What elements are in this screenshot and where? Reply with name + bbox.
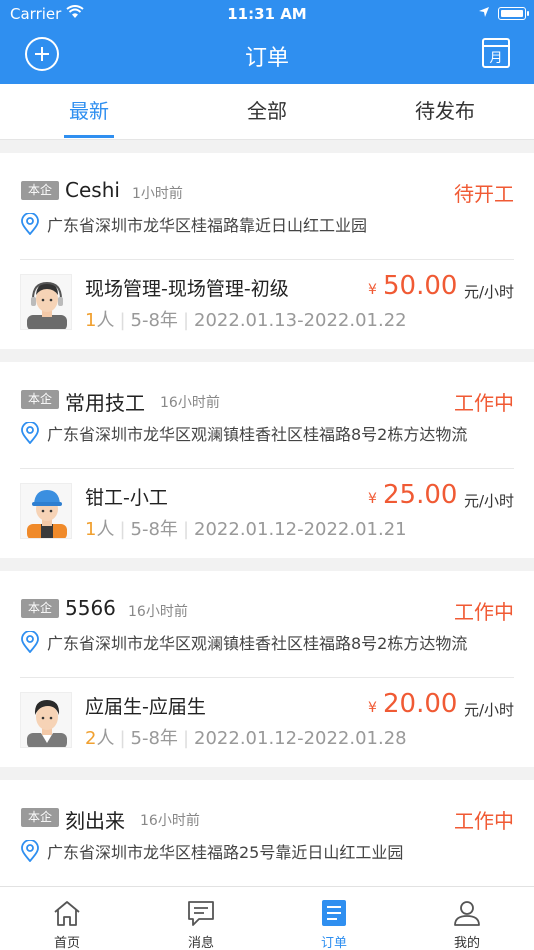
currency-symbol: ¥: [368, 491, 377, 507]
battery-icon: [498, 7, 529, 20]
message-icon: [188, 901, 214, 926]
company-badge: 本企: [21, 181, 59, 200]
headcount-unit: 人: [96, 728, 115, 749]
worker-avatar-icon: [20, 483, 72, 539]
manager-avatar-icon: [20, 274, 72, 330]
hourly-price: 25.00: [383, 480, 458, 510]
location-arrow-icon: [479, 7, 489, 17]
tab-latest[interactable]: 最新: [0, 84, 178, 140]
posted-time: 16小时前: [140, 813, 200, 829]
clock: 11:31 AM: [227, 5, 307, 23]
experience: 5-8年: [130, 519, 178, 540]
posted-time: 1小时前: [132, 186, 183, 202]
job-meta: 1人 | 5-8年 | 2022.01.13-2022.01.22: [85, 310, 407, 331]
profile-icon: [454, 901, 480, 926]
divider: [20, 677, 514, 678]
price-unit: 元/小时: [463, 283, 514, 301]
experience: 5-8年: [130, 310, 178, 331]
price-unit: 元/小时: [463, 492, 514, 510]
calendar-icon-label: 月: [489, 51, 503, 66]
order-card[interactable]: 本企 常用技工 16小时前 工作中 广东省深圳市龙华区观澜镇桂香社区桂福路8号2…: [0, 362, 534, 558]
tabbar-label: 首页: [53, 936, 80, 950]
order-card[interactable]: 本企 Ceshi 1小时前 待开工 广东省深圳市龙华区桂福路靠近日山红工业园 现…: [0, 153, 534, 349]
posted-time: 16小时前: [160, 395, 220, 411]
date-range: 2022.01.12-2022.01.21: [194, 519, 407, 540]
location-pin-icon: [21, 631, 39, 653]
graduate-avatar-icon: [20, 692, 72, 748]
tabbar-label: 订单: [320, 936, 347, 950]
tab-pending-publish[interactable]: 待发布: [356, 84, 534, 140]
tab-label: 全部: [247, 99, 287, 123]
headcount-number: 2: [85, 728, 97, 749]
price-unit: 元/小时: [463, 701, 514, 719]
order-status: 工作中: [454, 391, 514, 415]
job-title: 钳工-小工: [85, 487, 168, 509]
hourly-price: 50.00: [383, 271, 458, 301]
tabbar-profile[interactable]: 我的: [400, 887, 534, 950]
calendar-icon[interactable]: 月: [482, 38, 510, 68]
company-badge: 本企: [21, 390, 59, 409]
bottom-tab-bar: 首页 消息 订单 我的: [0, 886, 534, 950]
location-pin-icon: [21, 213, 39, 235]
divider: [20, 259, 514, 260]
company-name: Ceshi: [65, 178, 120, 202]
headcount-number: 1: [85, 519, 97, 540]
headcount-unit: 人: [96, 519, 115, 540]
order-card[interactable]: 本企 5566 16小时前 工作中 广东省深圳市龙华区观澜镇桂香社区桂福路8号2…: [0, 571, 534, 767]
date-range: 2022.01.12-2022.01.28: [194, 728, 407, 749]
company-name: 刻出来: [65, 809, 125, 833]
order-list: 本企 Ceshi 1小时前 待开工 广东省深圳市龙华区桂福路靠近日山红工业园 现…: [0, 140, 534, 886]
order-status: 待开工: [454, 182, 514, 206]
location-pin-icon: [21, 422, 39, 444]
job-title: 应届生-应届生: [85, 696, 206, 718]
order-tabs: 最新 全部 待发布: [0, 84, 534, 140]
headcount-unit: 人: [96, 310, 115, 331]
location-pin-icon: [21, 840, 39, 862]
order-status: 工作中: [454, 809, 514, 833]
header: Carrier 11:31 AM 订单 月: [0, 0, 534, 84]
nav-bar: 订单 月: [0, 28, 534, 84]
tab-all[interactable]: 全部: [178, 84, 356, 140]
work-address: 广东省深圳市龙华区观澜镇桂香社区桂福路8号2栋方达物流: [47, 425, 468, 444]
tabbar-label: 我的: [453, 936, 480, 950]
home-icon: [54, 901, 80, 926]
status-bar: Carrier 11:31 AM: [0, 0, 534, 28]
tab-label: 待发布: [415, 99, 475, 123]
tabbar-home[interactable]: 首页: [0, 887, 134, 950]
tab-active-indicator: [64, 135, 114, 138]
divider: [20, 468, 514, 469]
work-address: 广东省深圳市龙华区桂福路靠近日山红工业园: [47, 216, 368, 235]
work-address: 广东省深圳市龙华区观澜镇桂香社区桂福路8号2栋方达物流: [47, 634, 468, 653]
company-badge: 本企: [21, 599, 59, 618]
company-badge: 本企: [21, 808, 59, 827]
order-icon: [322, 900, 346, 926]
tab-label: 最新: [69, 99, 109, 123]
order-status: 工作中: [454, 600, 514, 624]
page-title: 订单: [244, 46, 289, 71]
posted-time: 16小时前: [128, 604, 188, 620]
company-name: 常用技工: [65, 391, 145, 415]
job-meta: 1人 | 5-8年 | 2022.01.12-2022.01.21: [85, 519, 407, 540]
order-card[interactable]: 本企 刻出来 16小时前 工作中 广东省深圳市龙华区桂福路25号靠近日山红工业园: [0, 780, 534, 886]
experience: 5-8年: [130, 728, 178, 749]
currency-symbol: ¥: [368, 700, 377, 716]
job-title: 现场管理-现场管理-初级: [85, 278, 289, 300]
currency-symbol: ¥: [368, 282, 377, 298]
work-address: 广东省深圳市龙华区桂福路25号靠近日山红工业园: [47, 843, 404, 862]
job-meta: 2人 | 5-8年 | 2022.01.12-2022.01.28: [85, 728, 407, 749]
headcount-number: 1: [85, 310, 97, 331]
company-name: 5566: [65, 596, 116, 620]
tabbar-orders[interactable]: 订单: [267, 887, 401, 950]
date-range: 2022.01.13-2022.01.22: [194, 310, 407, 331]
hourly-price: 20.00: [383, 689, 458, 719]
tabbar-label: 消息: [187, 936, 214, 950]
tabbar-messages[interactable]: 消息: [134, 887, 268, 950]
